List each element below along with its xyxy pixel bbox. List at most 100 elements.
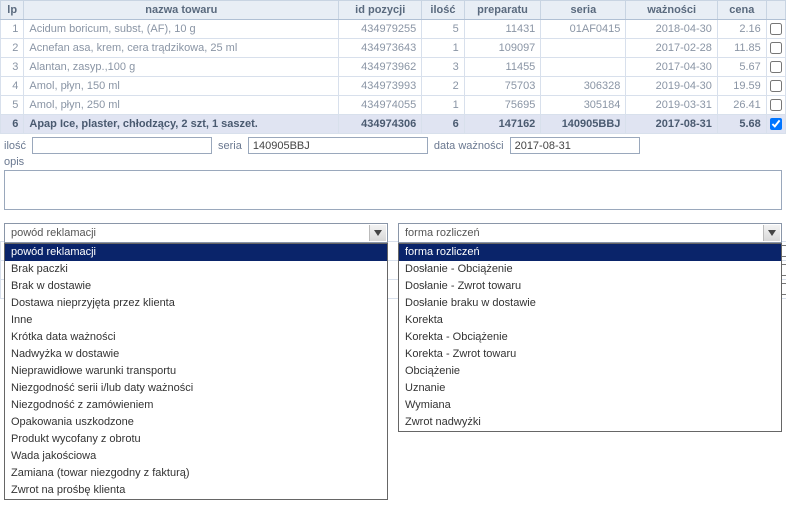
- dropdown-option[interactable]: Niezgodność serii i/lub daty ważności: [5, 380, 387, 397]
- dropdown-option[interactable]: forma rozliczeń: [399, 244, 781, 261]
- col-seria[interactable]: seria: [541, 1, 626, 20]
- dropdown-option[interactable]: powód reklamacji: [5, 244, 387, 261]
- dropdown-option[interactable]: Nieprawidłowe warunki transportu: [5, 363, 387, 380]
- dropdown-option[interactable]: Nadwyżka w dostawie: [5, 346, 387, 363]
- chevron-down-icon[interactable]: [763, 225, 780, 241]
- dropdown-option[interactable]: Dosłanie braku w dostawie: [399, 295, 781, 312]
- dropdown-option[interactable]: Brak paczki: [5, 261, 387, 278]
- table-row[interactable]: 1Acidum boricum, subst, (AF), 10 g434979…: [1, 20, 786, 39]
- cell-prep: 11455: [464, 58, 541, 77]
- cell-seria: 01AF0415: [541, 20, 626, 39]
- cell-lp: 3: [1, 58, 24, 77]
- opis-input[interactable]: [4, 170, 782, 210]
- settle-dropdown[interactable]: forma rozliczeńDosłanie - ObciążenieDosł…: [398, 243, 782, 432]
- table-row[interactable]: 5Amol, płyn, 250 ml434974055175695305184…: [1, 96, 786, 115]
- reason-dropdown[interactable]: powód reklamacjiBrak paczkiBrak w dostaw…: [4, 243, 388, 500]
- cell-seria: 140905BBJ: [541, 115, 626, 134]
- dropdown-option[interactable]: Dostawa nieprzyjęta przez klienta: [5, 295, 387, 312]
- dropdown-option[interactable]: Brak w dostawie: [5, 278, 387, 295]
- cell-checkbox: [766, 77, 785, 96]
- wazn-label: data ważności: [434, 140, 504, 152]
- cell-prep: 75695: [464, 96, 541, 115]
- ilosc-input[interactable]: [32, 137, 212, 154]
- dropdown-option[interactable]: Wymiana: [399, 397, 781, 414]
- dropdown-option[interactable]: Zamiana (towar niezgodny z fakturą): [5, 465, 387, 482]
- table-row[interactable]: 6Apap Ice, plaster, chłodzący, 2 szt, 1 …: [1, 115, 786, 134]
- reason-value: powód reklamacji: [11, 227, 96, 239]
- row-checkbox[interactable]: [770, 42, 782, 54]
- cell-ilosc: 1: [422, 39, 465, 58]
- cell-idpoz: 434973962: [339, 58, 422, 77]
- seria-input[interactable]: [248, 137, 428, 154]
- dropdown-option[interactable]: Dosłanie - Obciążenie: [399, 261, 781, 278]
- cell-wazn: 2017-08-31: [626, 115, 717, 134]
- dropdown-option[interactable]: Inne: [5, 312, 387, 329]
- row-checkbox[interactable]: [770, 80, 782, 92]
- dropdown-option[interactable]: Korekta - Obciążenie: [399, 329, 781, 346]
- settle-select[interactable]: forma rozliczeń forma rozliczeńDosłanie …: [398, 223, 782, 243]
- row-checkbox[interactable]: [770, 23, 782, 35]
- cell-ilosc: 5: [422, 20, 465, 39]
- selects-row: powód reklamacji powód reklamacjiBrak pa…: [0, 217, 786, 243]
- ilosc-label: ilość: [4, 140, 26, 152]
- col-lp[interactable]: lp: [1, 1, 24, 20]
- cell-idpoz: 434973993: [339, 77, 422, 96]
- cell-wazn: 2018-04-30: [626, 20, 717, 39]
- cell-checkbox: [766, 115, 785, 134]
- dropdown-option[interactable]: Zwrot na prośbę klienta: [5, 482, 387, 499]
- cell-prep: 109097: [464, 39, 541, 58]
- wazn-input[interactable]: [510, 137, 640, 154]
- dropdown-option[interactable]: Krótka data ważności: [5, 329, 387, 346]
- dropdown-option[interactable]: Zwrot nadwyżki: [399, 414, 781, 431]
- detail-form-row: ilość seria data ważności: [0, 134, 786, 156]
- table-row[interactable]: 2Acnefan asa, krem, cera trądzikowa, 25 …: [1, 39, 786, 58]
- table-row[interactable]: 3Alantan, zasyp.,100 g434973962311455201…: [1, 58, 786, 77]
- dropdown-option[interactable]: Korekta: [399, 312, 781, 329]
- cell-cena: 5.68: [717, 115, 766, 134]
- cell-name: Alantan, zasyp.,100 g: [24, 58, 339, 77]
- cell-ilosc: 3: [422, 58, 465, 77]
- cell-checkbox: [766, 20, 785, 39]
- cell-cena: 19.59: [717, 77, 766, 96]
- col-cena[interactable]: cena: [717, 1, 766, 20]
- row-checkbox[interactable]: [770, 99, 782, 111]
- col-prep[interactable]: preparatu: [464, 1, 541, 20]
- col-name[interactable]: nazwa towaru: [24, 1, 339, 20]
- cell-checkbox: [766, 96, 785, 115]
- dropdown-option[interactable]: Niezgodność z zamówieniem: [5, 397, 387, 414]
- dropdown-option[interactable]: Korekta - Zwrot towaru: [399, 346, 781, 363]
- dropdown-option[interactable]: Opakowania uszkodzone: [5, 414, 387, 431]
- chevron-down-icon[interactable]: [369, 225, 386, 241]
- cell-ilosc: 2: [422, 77, 465, 96]
- cell-idpoz: 434974306: [339, 115, 422, 134]
- cell-wazn: 2019-03-31: [626, 96, 717, 115]
- row-checkbox[interactable]: [770, 118, 782, 130]
- cell-lp: 6: [1, 115, 24, 134]
- col-wazn[interactable]: ważności: [626, 1, 717, 20]
- col-chk: [766, 1, 785, 20]
- table-row[interactable]: 4Amol, płyn, 150 ml434973993275703306328…: [1, 77, 786, 96]
- cell-prep: 11431: [464, 20, 541, 39]
- cell-seria: [541, 39, 626, 58]
- cell-wazn: 2017-04-30: [626, 58, 717, 77]
- cell-ilosc: 1: [422, 96, 465, 115]
- dropdown-option[interactable]: Dosłanie - Zwrot towaru: [399, 278, 781, 295]
- cell-cena: 11.85: [717, 39, 766, 58]
- dropdown-option[interactable]: Produkt wycofany z obrotu: [5, 431, 387, 448]
- row-checkbox[interactable]: [770, 61, 782, 73]
- dropdown-option[interactable]: Uznanie: [399, 380, 781, 397]
- col-idpoz[interactable]: id pozycji: [339, 1, 422, 20]
- cell-idpoz: 434974055: [339, 96, 422, 115]
- cell-cena: 2.16: [717, 20, 766, 39]
- cell-seria: 305184: [541, 96, 626, 115]
- cell-name: Amol, płyn, 250 ml: [24, 96, 339, 115]
- col-ilosc[interactable]: ilość: [422, 1, 465, 20]
- cell-name: Amol, płyn, 150 ml: [24, 77, 339, 96]
- cell-cena: 5.67: [717, 58, 766, 77]
- dropdown-option[interactable]: Wada jakościowa: [5, 448, 387, 465]
- reason-select[interactable]: powód reklamacji powód reklamacjiBrak pa…: [4, 223, 388, 243]
- cell-lp: 1: [1, 20, 24, 39]
- cell-name: Apap Ice, plaster, chłodzący, 2 szt, 1 s…: [24, 115, 339, 134]
- cell-prep: 75703: [464, 77, 541, 96]
- dropdown-option[interactable]: Obciążenie: [399, 363, 781, 380]
